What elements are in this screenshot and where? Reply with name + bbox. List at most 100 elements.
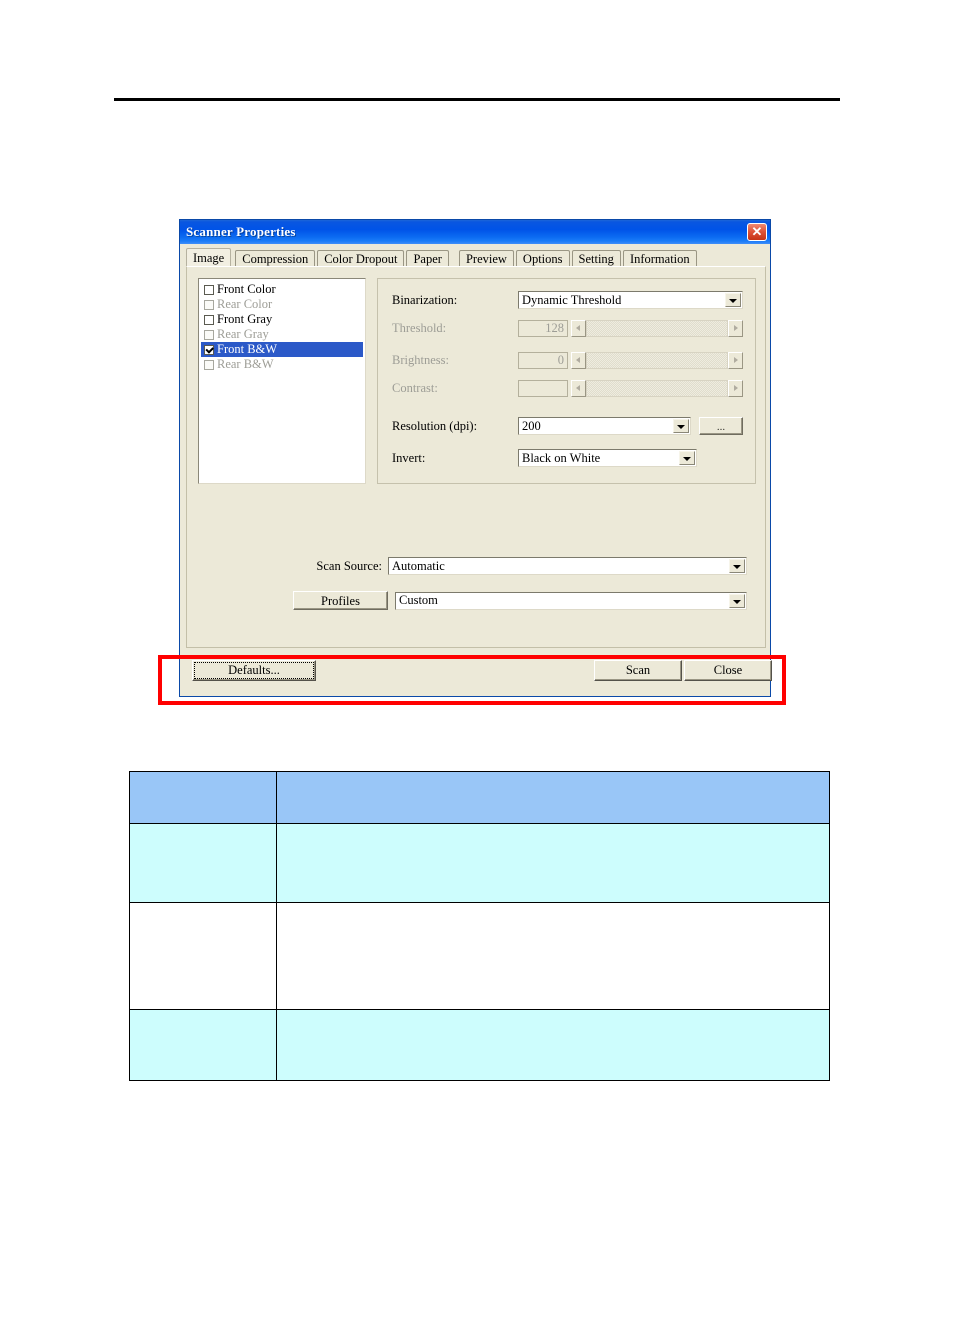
close-button[interactable]: Close — [684, 660, 772, 681]
slider-track — [586, 351, 728, 369]
profiles-select[interactable]: Custom — [395, 591, 747, 610]
list-item-front-gray[interactable]: Front Gray — [201, 312, 363, 327]
table-row — [129, 902, 830, 1010]
scan-source-row: Scan Source: Automatic — [307, 557, 747, 575]
dialog-button-bar: Defaults... Scan Close — [181, 650, 772, 695]
contrast-slider — [571, 379, 743, 397]
list-item-label: Rear Color — [217, 297, 273, 311]
resolution-more-button[interactable]: ... — [699, 417, 743, 435]
defaults-button-label: Defaults... — [194, 662, 314, 679]
profiles-value: Custom — [399, 593, 438, 607]
chevron-down-icon[interactable] — [729, 559, 745, 573]
contrast-row: Contrast: — [392, 379, 743, 397]
checkbox-rear-color[interactable] — [204, 299, 214, 310]
tab-strip: Image Compression Color Dropout Paper Pr… — [186, 248, 766, 267]
chevron-down-icon[interactable] — [679, 451, 695, 465]
table-header-cell-description — [276, 771, 830, 824]
tab-paper[interactable]: Paper — [406, 250, 449, 267]
list-item-front-bw[interactable]: Front B&W — [201, 342, 363, 357]
invert-select[interactable]: Black on White — [518, 449, 697, 467]
brightness-slider — [571, 351, 743, 369]
table-cell-description — [276, 902, 830, 1010]
resolution-label: Resolution (dpi): — [392, 418, 478, 433]
binarization-label: Binarization: — [392, 292, 458, 307]
slider-left-arrow-icon — [571, 351, 586, 369]
dialog-titlebar: Scanner Properties ✕ — [180, 220, 770, 244]
tab-preview[interactable]: Preview — [458, 250, 514, 267]
brightness-label: Brightness: — [392, 352, 449, 367]
scanner-properties-dialog: Scanner Properties ✕ Image Compression C… — [179, 219, 772, 697]
table-row — [129, 823, 830, 903]
contrast-value — [518, 379, 568, 397]
chevron-down-icon[interactable] — [673, 419, 689, 433]
table-cell-description — [276, 1009, 830, 1081]
defaults-button[interactable]: Defaults... — [192, 660, 316, 681]
tab-options[interactable]: Options — [515, 250, 570, 267]
dialog-title: Scanner Properties — [186, 224, 296, 239]
chevron-down-icon[interactable] — [729, 593, 745, 608]
threshold-row: Threshold: 128 — [392, 319, 743, 337]
slider-track — [586, 319, 728, 337]
chevron-down-icon[interactable] — [725, 293, 741, 307]
threshold-slider — [571, 319, 743, 337]
profiles-button[interactable]: Profiles — [293, 591, 388, 610]
scan-source-select[interactable]: Automatic — [388, 557, 747, 575]
page-header-rule-thin — [350, 99, 840, 100]
resolution-value: 200 — [522, 418, 541, 433]
table-cell-name — [129, 823, 277, 903]
invert-value: Black on White — [522, 450, 601, 465]
contrast-label: Contrast: — [392, 380, 438, 395]
table-header-cell-name — [129, 771, 277, 824]
description-table — [129, 771, 830, 1081]
table-row — [129, 1009, 830, 1081]
tab-page-image: Front Color Rear Color Front Gray Rear G… — [186, 266, 766, 648]
tab-setting[interactable]: Setting — [571, 250, 621, 267]
list-item-label: Front B&W — [217, 342, 278, 356]
image-settings-group: Binarization: Dynamic Threshold Threshol… — [377, 278, 756, 484]
brightness-value: 0 — [518, 351, 568, 369]
tab-color-dropout[interactable]: Color Dropout — [317, 250, 405, 267]
resolution-select[interactable]: 200 — [518, 417, 691, 435]
table-cell-name — [129, 1009, 277, 1081]
scan-source-value: Automatic — [392, 558, 445, 573]
image-type-list[interactable]: Front Color Rear Color Front Gray Rear G… — [198, 278, 366, 484]
list-item-rear-gray[interactable]: Rear Gray — [201, 327, 363, 342]
checkbox-rear-gray[interactable] — [204, 329, 214, 340]
list-item-label: Rear Gray — [217, 327, 269, 341]
invert-row: Invert: Black on White — [392, 449, 697, 467]
scan-button[interactable]: Scan — [594, 660, 682, 681]
binarization-value: Dynamic Threshold — [522, 292, 622, 307]
binarization-select[interactable]: Dynamic Threshold — [518, 291, 743, 309]
table-row — [129, 771, 830, 824]
slider-right-arrow-icon — [728, 319, 743, 337]
close-icon[interactable]: ✕ — [747, 223, 767, 241]
threshold-label: Threshold: — [392, 320, 447, 335]
checkbox-front-gray[interactable] — [204, 314, 214, 325]
table-cell-description — [276, 823, 830, 903]
list-item-front-color[interactable]: Front Color — [201, 282, 363, 297]
scan-source-label: Scan Source: — [316, 558, 382, 573]
slider-left-arrow-icon — [571, 379, 586, 397]
slider-right-arrow-icon — [728, 379, 743, 397]
brightness-row: Brightness: 0 — [392, 351, 743, 369]
slider-left-arrow-icon — [571, 319, 586, 337]
tab-image[interactable]: Image — [186, 248, 232, 267]
list-item-label: Front Color — [217, 282, 276, 296]
slider-track — [586, 379, 728, 397]
resolution-row: Resolution (dpi): 200 ... — [392, 417, 743, 435]
table-cell-name — [129, 902, 277, 1010]
list-item-rear-color[interactable]: Rear Color — [201, 297, 363, 312]
slider-right-arrow-icon — [728, 351, 743, 369]
checkbox-front-bw[interactable] — [204, 344, 214, 355]
checkbox-rear-bw[interactable] — [204, 359, 214, 370]
profiles-row: Profiles Custom — [293, 591, 747, 610]
checkbox-front-color[interactable] — [204, 284, 214, 295]
list-item-label: Rear B&W — [217, 357, 274, 371]
invert-label: Invert: — [392, 450, 426, 465]
tab-compression[interactable]: Compression — [235, 250, 316, 267]
binarization-row: Binarization: Dynamic Threshold — [392, 291, 743, 309]
list-item-label: Front Gray — [217, 312, 273, 326]
tab-information[interactable]: Information — [622, 250, 697, 267]
threshold-value: 128 — [518, 319, 568, 337]
list-item-rear-bw[interactable]: Rear B&W — [201, 357, 363, 372]
